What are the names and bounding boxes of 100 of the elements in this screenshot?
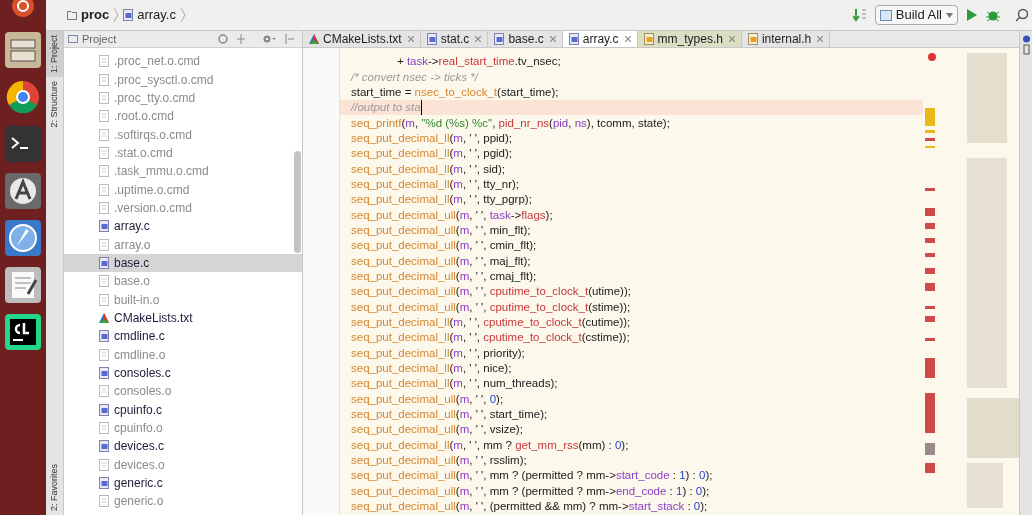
breadcrumb-item[interactable]: proc xyxy=(81,5,110,25)
tree-item[interactable]: .stat.o.cmd xyxy=(64,143,302,163)
file-icon xyxy=(99,183,109,196)
code-line: seq_put_decimal_ull(m, ' ', vsize); xyxy=(350,422,524,438)
terminal-icon[interactable] xyxy=(4,125,42,163)
tool-window-tab[interactable]: 2: Structure xyxy=(46,77,63,132)
code-line: seq_put_decimal_ll(m, ' ', mm ? get_mm_rss(mm) : 0); xyxy=(350,437,630,453)
code-line: seq_put_decimal_ull(m, ' ', (permitted && mm) ? mm->start_stack : 0); xyxy=(350,499,709,515)
code-line: + task->real_start_time.tv_nsec; xyxy=(396,54,562,70)
code-line: seq_put_decimal_ull(m, ' ', start_time); xyxy=(350,407,549,423)
tool-window-tab[interactable]: 1: Project xyxy=(46,31,63,78)
hide-icon[interactable] xyxy=(284,34,294,44)
file-icon xyxy=(99,91,109,104)
settings-icon[interactable] xyxy=(262,34,276,44)
code-line: start_time = nsec_to_clock_t(start_time); xyxy=(350,84,560,100)
tree-item[interactable]: .version.o.cmd xyxy=(64,198,302,218)
tree-item[interactable]: .root.o.cmd xyxy=(64,107,302,126)
tree-item[interactable]: cmdline.o xyxy=(64,345,302,364)
editor-tab[interactable]: stat.c xyxy=(420,31,489,47)
project-icon xyxy=(68,34,78,44)
file-icon xyxy=(99,165,109,178)
tree-item[interactable]: array.o xyxy=(64,235,302,254)
sort-icon[interactable] xyxy=(852,8,867,22)
tree-item[interactable]: devices.o xyxy=(64,455,302,474)
tree-item[interactable]: base.o xyxy=(64,272,302,291)
search-icon[interactable] xyxy=(1016,8,1028,22)
scrollbar-thumb[interactable] xyxy=(294,151,301,253)
tree-item[interactable]: .softirqs.o.cmd xyxy=(64,125,302,144)
compass-icon[interactable] xyxy=(4,219,42,257)
code-line: seq_put_decimal_ll(m, ' ', sid); xyxy=(350,161,506,177)
code-line: seq_put_decimal_ull(m, ' ', mm ? (permitted ? mm->end_code : 1) : 0); xyxy=(350,483,711,499)
close-icon[interactable] xyxy=(549,36,556,42)
chevron-icon xyxy=(113,7,120,23)
tree-item[interactable]: base.c xyxy=(64,253,302,273)
header-file-icon xyxy=(747,33,758,45)
tree-item[interactable]: cpuinfo.o xyxy=(64,418,302,438)
tree-item[interactable]: generic.c xyxy=(64,473,302,493)
tree-item[interactable]: devices.c xyxy=(64,437,302,456)
c-file-icon xyxy=(568,33,579,45)
code-line: seq_put_decimal_ll(m, ' ', cputime_to_clock_t(cutime)); xyxy=(350,315,632,330)
editor-tab[interactable]: mm_types.h xyxy=(637,31,742,47)
tree-item[interactable]: .uptime.o.cmd xyxy=(64,180,302,199)
close-icon[interactable] xyxy=(407,36,414,42)
updater-icon[interactable] xyxy=(4,172,42,210)
tree-item[interactable]: .proc_sysctl.o.cmd xyxy=(64,70,302,89)
ide-icon[interactable] xyxy=(4,313,42,351)
close-icon[interactable] xyxy=(624,36,631,42)
file-icon xyxy=(99,495,109,508)
tree-item[interactable]: consoles.o xyxy=(64,382,302,401)
file-cabinet-icon[interactable] xyxy=(4,31,42,69)
tool-window-tab[interactable]: 2: Favorites xyxy=(46,459,63,515)
code-line: seq_put_decimal_ll(m, ' ', tty_pgrp); xyxy=(350,192,533,208)
file-icon xyxy=(99,458,109,471)
code-line: seq_put_decimal_ull(m, ' ', rsslim); xyxy=(350,453,528,469)
c-file-icon xyxy=(426,33,437,45)
editor-tab[interactable]: internal.h xyxy=(741,31,831,47)
code-line: seq_put_decimal_ull(m, ' ', task->flags); xyxy=(350,207,554,223)
code-line: seq_put_decimal_ll(m, ' ', pgid); xyxy=(350,146,514,162)
tree-item[interactable]: CMakeLists.txt xyxy=(64,308,302,328)
target-icon[interactable] xyxy=(218,34,228,44)
tree-item[interactable]: built-in.o xyxy=(64,290,302,309)
code-line: seq_put_decimal_ll(m, ' ', num_threads); xyxy=(350,376,559,392)
c-file-icon xyxy=(99,256,109,269)
caret-icon xyxy=(946,12,953,18)
c-file-icon xyxy=(99,403,109,416)
tree-item[interactable]: generic.o xyxy=(64,492,302,511)
build-config-dropdown[interactable]: Build All xyxy=(874,5,958,25)
code-line: seq_put_decimal_ll(m, ' ', ppid); xyxy=(350,130,514,146)
tree-item[interactable]: array.c xyxy=(64,217,302,236)
breadcrumb-item[interactable]: array.c xyxy=(137,5,176,25)
code-line: /* convert nsec -> ticks */ xyxy=(349,69,480,85)
panel-title: Project xyxy=(82,31,117,47)
tree-item[interactable]: .task_mmu.o.cmd xyxy=(64,162,302,181)
tree-item[interactable]: cpuinfo.c xyxy=(64,400,302,419)
code-line: seq_put_decimal_ull(m, ' ', cputime_to_clock_t(stime)); xyxy=(350,299,632,315)
file-icon xyxy=(99,293,109,306)
editor-tab[interactable]: base.c xyxy=(488,31,563,47)
c-file-icon xyxy=(99,440,109,453)
file-icon xyxy=(99,422,109,435)
collapse-icon[interactable] xyxy=(236,34,246,44)
header-file-icon xyxy=(643,33,654,45)
c-file-icon xyxy=(123,9,134,21)
event-log-icon[interactable] xyxy=(1021,35,1031,55)
code-line: seq_put_decimal_ull(m, ' ', maj_flt); xyxy=(350,253,532,269)
close-icon[interactable] xyxy=(728,36,735,42)
tree-item[interactable]: consoles.c xyxy=(64,363,302,383)
close-icon[interactable] xyxy=(475,36,482,42)
code-line: seq_put_decimal_ull(m, ' ', cputime_to_clock_t(utime)); xyxy=(350,284,632,300)
triangle-logo-icon xyxy=(99,312,109,324)
file-icon xyxy=(99,110,109,123)
editor-tab[interactable]: CMakeLists.txt xyxy=(303,31,421,47)
tree-item[interactable]: cmdline.c xyxy=(64,327,302,346)
editor-tab[interactable]: array.c xyxy=(562,31,638,47)
tree-item[interactable]: .proc_net.o.cmd xyxy=(64,52,302,71)
run-icon[interactable] xyxy=(966,8,978,22)
tree-item[interactable]: .proc_tty.o.cmd xyxy=(64,88,302,108)
text-editor-icon[interactable] xyxy=(4,266,42,304)
browser-icon[interactable] xyxy=(4,78,42,116)
code-line: seq_put_decimal_ll(m, ' ', nice); xyxy=(350,361,513,377)
close-icon[interactable] xyxy=(817,36,824,42)
